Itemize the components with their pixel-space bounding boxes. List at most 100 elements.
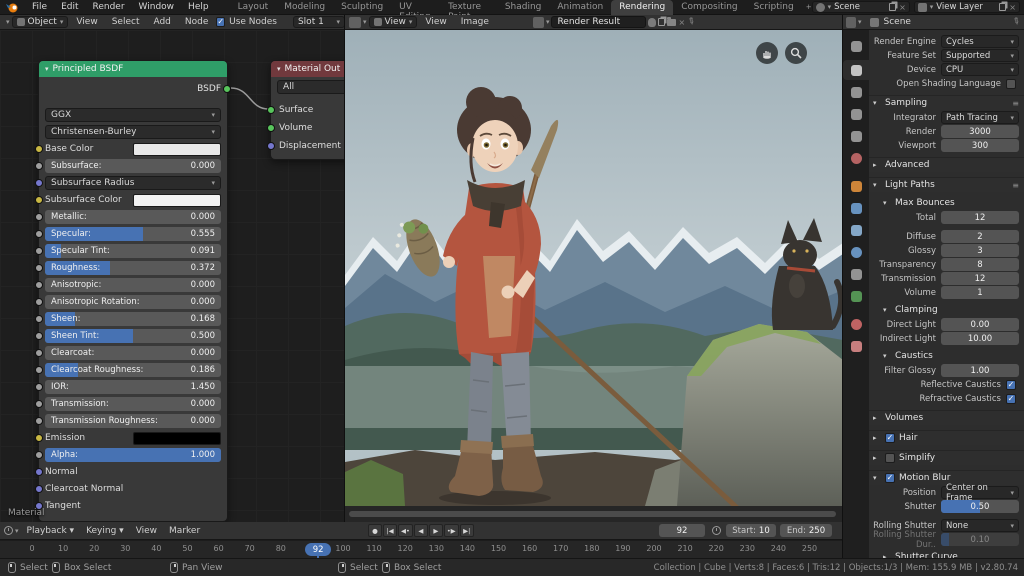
play-reverse-button[interactable]: ◀ — [414, 524, 428, 537]
properties-tab-physics[interactable] — [843, 242, 869, 262]
dropdown[interactable]: Cycles▾ — [941, 35, 1019, 48]
shader-mode-dropdown[interactable]: Object ▾ — [12, 16, 69, 28]
properties-tab-world[interactable] — [843, 148, 869, 168]
jump-to-start-button[interactable]: |◀ — [383, 524, 397, 537]
close-icon[interactable]: × — [1009, 3, 1016, 12]
properties-tab-material[interactable] — [843, 314, 869, 334]
number-field[interactable]: 1 — [941, 286, 1019, 299]
properties-tab-tool[interactable] — [843, 36, 869, 56]
new-image-icon[interactable] — [658, 18, 665, 26]
number-field[interactable]: 0.00 — [941, 318, 1019, 331]
node-input-ggx[interactable]: GGX▾ — [45, 108, 221, 122]
shader-menu-node[interactable]: Node — [179, 17, 215, 27]
node-input-subsurface[interactable]: Subsurface:0.000 — [45, 159, 221, 173]
workspace-tab-modeling[interactable]: Modeling — [276, 0, 333, 15]
node-input-tangent[interactable]: Tangent — [45, 499, 221, 513]
record-button[interactable]: ● — [368, 524, 382, 537]
shader-menu-select[interactable]: Select — [106, 17, 146, 27]
panel-checkbox[interactable]: ✓ — [885, 433, 895, 443]
number-field[interactable]: 12 — [941, 272, 1019, 285]
panel-checkbox[interactable] — [885, 453, 895, 463]
node-input-transmission[interactable]: Transmission:0.000 — [45, 397, 221, 411]
node-input-normal[interactable]: Normal — [45, 465, 221, 479]
timeline-menu-keying[interactable]: Keying ▾ — [80, 526, 130, 536]
number-field[interactable]: 300 — [941, 139, 1019, 152]
color-swatch[interactable] — [133, 432, 221, 445]
dropdown[interactable]: Center on Frame▾ — [941, 486, 1019, 499]
workspace-tab-uv-editing[interactable]: UV Editing — [391, 0, 440, 15]
number-field[interactable]: 10.00 — [941, 332, 1019, 345]
workspace-tab-compositing[interactable]: Compositing — [673, 0, 745, 15]
number-field[interactable]: 1.00 — [941, 364, 1019, 377]
timeline-menu-marker[interactable]: Marker — [163, 526, 206, 536]
purple-socket[interactable] — [267, 142, 275, 150]
output-input-displacement[interactable]: Displacement — [279, 139, 345, 153]
material-output-node[interactable]: ▾ Material Out All SurfaceVolumeDisplace… — [270, 60, 345, 160]
next-keyframe-button[interactable]: •▶ — [444, 524, 459, 537]
image-datablock-icon[interactable] — [533, 17, 544, 28]
menu-help[interactable]: Help — [181, 2, 216, 12]
gray-socket[interactable] — [35, 264, 43, 272]
shader-menu-add[interactable]: Add — [147, 17, 176, 27]
yellow-socket[interactable] — [35, 196, 43, 204]
properties-tab-view-layer[interactable] — [843, 104, 869, 124]
panel-light-paths[interactable]: ▾Light Paths≡ — [869, 177, 1024, 192]
properties-tab-texture[interactable] — [843, 336, 869, 356]
slider[interactable]: 0.50 — [941, 500, 1019, 513]
image-name-field[interactable]: Render Result — [551, 16, 646, 28]
checkbox[interactable]: ✓ — [1006, 380, 1016, 390]
dropdown[interactable]: CPU▾ — [941, 63, 1019, 76]
number-field[interactable]: 3 — [941, 244, 1019, 257]
dropdown[interactable]: Path Tracing▾ — [941, 111, 1019, 124]
new-view-layer-icon[interactable] — [999, 3, 1006, 11]
output-input-volume[interactable]: Volume — [279, 121, 345, 135]
editor-type-chevron[interactable]: ▾ — [858, 18, 862, 26]
image-menu-image[interactable]: Image — [455, 17, 495, 27]
scene-selector[interactable]: ▾ Scene × — [812, 1, 910, 13]
image-menu-view[interactable]: View — [419, 17, 452, 27]
menu-window[interactable]: Window — [132, 2, 182, 12]
node-input-clearcoat-normal[interactable]: Clearcoat Normal — [45, 482, 221, 496]
gray-socket[interactable] — [35, 332, 43, 340]
jump-to-end-button[interactable]: ▶| — [460, 524, 474, 537]
current-frame-field[interactable]: 92 — [659, 524, 705, 537]
node-input-anisotropic-rotation[interactable]: Anisotropic Rotation:0.000 — [45, 295, 221, 309]
node-input-anisotropic[interactable]: Anisotropic:0.000 — [45, 278, 221, 292]
properties-tab-scene[interactable] — [843, 126, 869, 146]
gray-socket[interactable] — [35, 213, 43, 221]
color-swatch[interactable] — [133, 194, 221, 207]
number-field[interactable]: 2 — [941, 230, 1019, 243]
unlink-icon[interactable]: × — [678, 18, 685, 27]
image-mode-dropdown[interactable]: View▾ — [369, 16, 418, 28]
node-input-metallic[interactable]: Metallic:0.000 — [45, 210, 221, 224]
gray-socket[interactable] — [35, 315, 43, 323]
principled-bsdf-node[interactable]: ▾ Principled BSDF BSDF GGX▾Christensen-B… — [38, 60, 228, 522]
previous-keyframe-button[interactable]: ◀• — [398, 524, 413, 537]
node-input-base-color[interactable]: Base Color — [45, 142, 221, 156]
principled-node-header[interactable]: ▾ Principled BSDF — [39, 61, 227, 77]
node-canvas[interactable]: ▾ Principled BSDF BSDF GGX▾Christensen-B… — [0, 30, 344, 522]
number-field[interactable]: 12 — [941, 211, 1019, 224]
number-field[interactable]: 3000 — [941, 125, 1019, 138]
properties-tab-render[interactable] — [843, 60, 869, 80]
use-nodes-checkbox[interactable]: ✓ — [216, 17, 225, 27]
close-icon[interactable]: × — [899, 3, 906, 12]
node-input-specular[interactable]: Specular:0.555 — [45, 227, 221, 241]
collapse-arrow-icon[interactable]: ▾ — [277, 65, 281, 73]
gray-socket[interactable] — [35, 400, 43, 408]
playhead[interactable]: 92 — [305, 543, 331, 556]
properties-tab-object[interactable] — [843, 176, 869, 196]
checkbox[interactable] — [1006, 79, 1016, 89]
node-input-clearcoat[interactable]: Clearcoat:0.000 — [45, 346, 221, 360]
gray-socket[interactable] — [35, 298, 43, 306]
node-input-christensen-burley[interactable]: Christensen-Burley▾ — [45, 125, 221, 139]
menu-edit[interactable]: Edit — [54, 2, 85, 12]
image-editor-type-icon[interactable] — [349, 17, 361, 28]
slot-dropdown[interactable]: Slot 1▾ — [293, 16, 345, 28]
open-image-icon[interactable] — [667, 19, 676, 26]
frame-end-field[interactable]: End:250 — [780, 524, 832, 537]
node-input-transmission-roughness[interactable]: Transmission Roughness:0.000 — [45, 414, 221, 428]
view-layer-selector[interactable]: ▾ View Layer × — [914, 1, 1020, 13]
workspace-tab-scripting[interactable]: Scripting — [746, 0, 802, 15]
panel-caustics[interactable]: ▾Caustics — [879, 348, 1024, 363]
